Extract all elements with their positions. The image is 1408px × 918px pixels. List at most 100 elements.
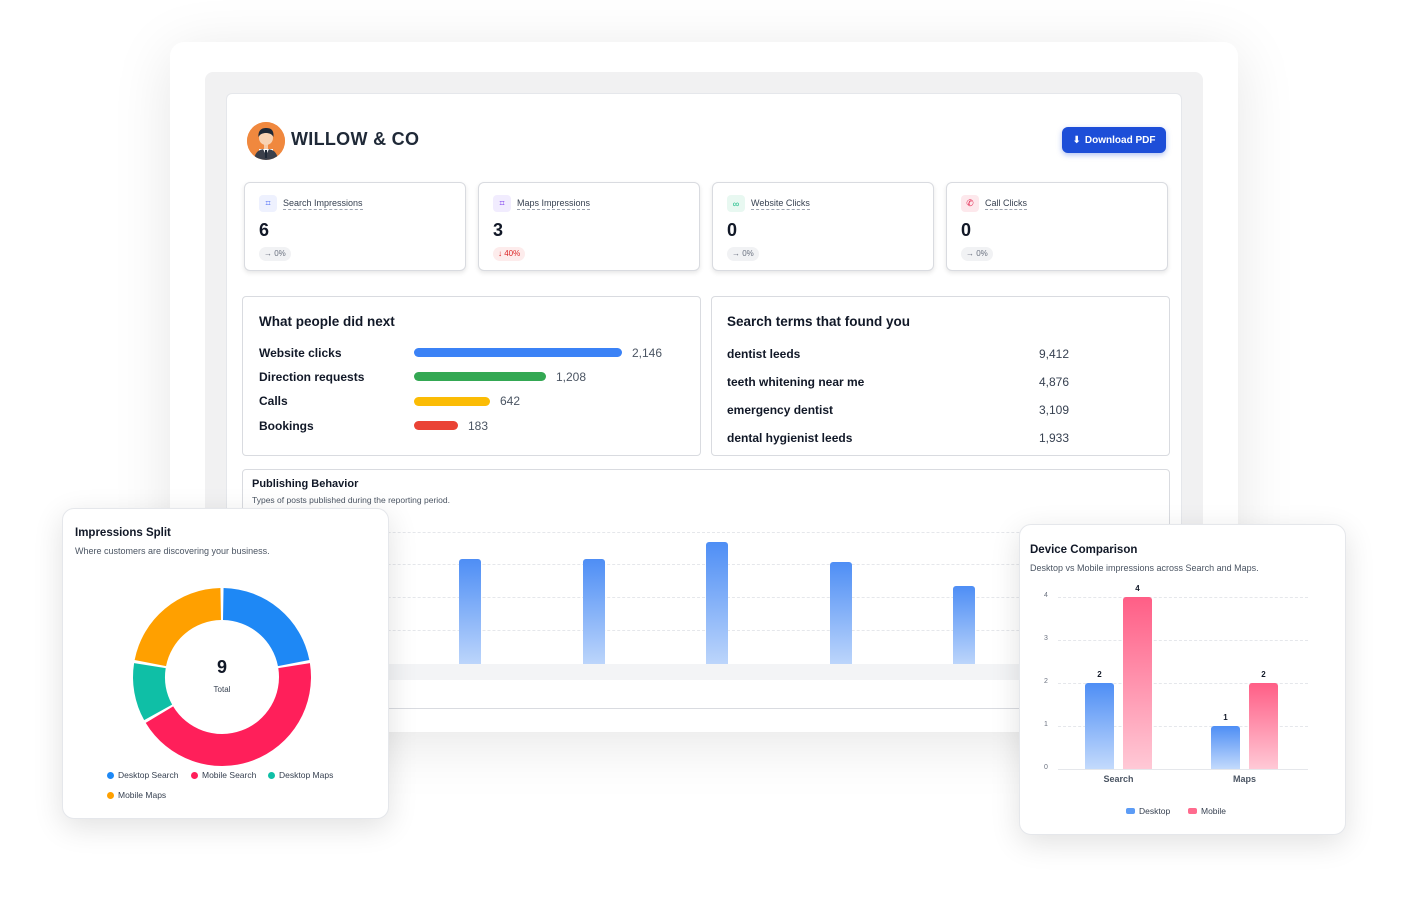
legend-dot [268, 771, 275, 779]
x-category-label: Search [1103, 774, 1134, 784]
search-terms-panel: Search terms that found you dentist leed… [711, 296, 1170, 456]
search-term-value: 3,109 [1038, 403, 1069, 417]
search-term-label: emergency dentist [727, 403, 834, 417]
legend-desktop-search: Desktop Search [107, 770, 178, 780]
link-icon: ∞ [727, 195, 745, 212]
metric-label: Website Clicks [751, 198, 810, 210]
legend-label: Desktop Maps [279, 770, 334, 780]
device-comparison-card: Device Comparison Desktop vs Mobile impr… [1019, 524, 1346, 835]
y-tick-label: 4 [1044, 592, 1048, 599]
arrow-right-icon: → [732, 249, 743, 258]
actions-panel: What people did next Website clicks 2,14… [242, 296, 701, 456]
phone-icon: ✆ [961, 195, 979, 212]
metric-card-maps-impressions[interactable]: ⌗ Maps Impressions 3 ↓ 40% [478, 182, 700, 271]
action-label: Calls [259, 394, 288, 408]
publishing-bar [706, 541, 728, 664]
action-value: 642 [500, 394, 521, 408]
donut-slice-mobile-search[interactable] [145, 663, 311, 766]
bar-maps-mobile [1249, 683, 1278, 769]
search-term-value: 4,876 [1038, 375, 1069, 389]
metric-value: 6 [259, 220, 270, 240]
donut-slice-mobile-maps[interactable] [134, 588, 222, 667]
action-bar-website-clicks [414, 348, 622, 357]
donut-slice-desktop-search[interactable] [222, 588, 310, 667]
legend-mobile: Mobile [1188, 806, 1226, 816]
search-term-label: teeth whitening near me [727, 375, 865, 389]
legend-label: Mobile [1201, 806, 1227, 816]
legend-mobile-search: Mobile Search [191, 770, 256, 780]
metric-change-value: 0% [274, 249, 286, 258]
y-tick-label: 1 [1044, 721, 1048, 728]
donut-total-value: 9 [216, 657, 227, 677]
metric-card-call-clicks[interactable]: ✆ Call Clicks 0 → 0% [946, 182, 1168, 271]
action-bar-calls [414, 397, 490, 406]
impressions-split-subtitle: Where customers are discovering your bus… [75, 546, 270, 556]
publishing-title: Publishing Behavior [252, 478, 359, 490]
legend-desktop: Desktop [1126, 806, 1170, 816]
download-icon: ⬇ [1072, 134, 1081, 146]
bar-search-mobile [1123, 597, 1152, 769]
metric-change-badge: → 0% [961, 247, 993, 261]
publishing-bar [953, 585, 975, 664]
download-pdf-button[interactable]: ⬇ Download PDF [1062, 127, 1166, 153]
metric-value: 0 [727, 220, 738, 240]
x-category-label: Maps [1232, 774, 1256, 784]
search-term-value: 9,412 [1038, 347, 1069, 361]
legend-label: Desktop Search [118, 770, 179, 780]
metric-change-badge: → 0% [727, 247, 759, 261]
brand-name: WILLOW & CO [291, 129, 420, 149]
legend-dot [191, 771, 198, 779]
publishing-bar [583, 558, 605, 664]
action-label: Website clicks [259, 346, 342, 360]
action-value: 183 [468, 419, 489, 433]
legend-desktop-maps: Desktop Maps [268, 770, 333, 780]
grid-line [1058, 640, 1308, 641]
metric-label: Search Impressions [283, 198, 363, 210]
metric-change-value: 40% [504, 249, 521, 258]
metric-value: 0 [961, 220, 972, 240]
action-label: Bookings [259, 419, 314, 433]
action-value: 2,146 [632, 346, 663, 360]
device-comparison-chart: 0 1 2 3 4 2 4 Search 1 2 Maps [1020, 525, 1347, 836]
metric-change-badge: → 0% [259, 247, 291, 261]
y-tick-label: 0 [1044, 764, 1048, 771]
bar-value-label: 2 [1261, 670, 1266, 679]
search-impressions-icon: ⌗ [259, 195, 277, 212]
metric-card-website-clicks[interactable]: ∞ Website Clicks 0 → 0% [712, 182, 934, 271]
action-label: Direction requests [259, 370, 365, 384]
legend-label: Mobile Search [202, 770, 257, 780]
publishing-subtitle: Types of posts published during the repo… [252, 495, 450, 505]
metric-label: Maps Impressions [517, 198, 591, 210]
y-tick-label: 2 [1044, 678, 1048, 685]
metric-change-badge: ↓ 40% [493, 247, 526, 261]
grid-line [1058, 597, 1308, 598]
legend-mobile-maps: Mobile Maps [107, 790, 166, 800]
metric-change-value: 0% [742, 249, 754, 258]
actions-title: What people did next [259, 314, 395, 329]
impressions-split-card: Impressions Split Where customers are di… [62, 508, 389, 819]
metric-change-value: 0% [976, 249, 988, 258]
search-term-label: dental hygienist leeds [727, 431, 853, 445]
donut-total-label: Total [213, 685, 231, 694]
metric-value: 3 [493, 220, 504, 240]
bar-value-label: 4 [1135, 584, 1140, 593]
impressions-split-title: Impressions Split [75, 527, 171, 539]
legend-label: Desktop [1139, 806, 1171, 816]
action-bar-bookings [414, 421, 458, 430]
arrow-right-icon: → [264, 249, 275, 258]
publishing-bar [830, 562, 852, 664]
y-tick-label: 3 [1044, 635, 1048, 642]
bar-maps-desktop [1211, 726, 1240, 769]
legend-swatch [1126, 808, 1135, 814]
search-term-label: dentist leeds [727, 347, 801, 361]
action-bar-direction-requests [414, 372, 546, 381]
action-value: 1,208 [556, 370, 587, 384]
arrow-right-icon: → [966, 249, 977, 258]
bar-search-desktop [1085, 683, 1114, 769]
bar-value-label: 1 [1223, 713, 1228, 722]
legend-dot [107, 771, 114, 779]
legend-dot [107, 791, 114, 799]
avatar [247, 122, 285, 160]
bar-value-label: 2 [1097, 670, 1102, 679]
metric-card-search-impressions[interactable]: ⌗ Search Impressions 6 → 0% [244, 182, 466, 271]
